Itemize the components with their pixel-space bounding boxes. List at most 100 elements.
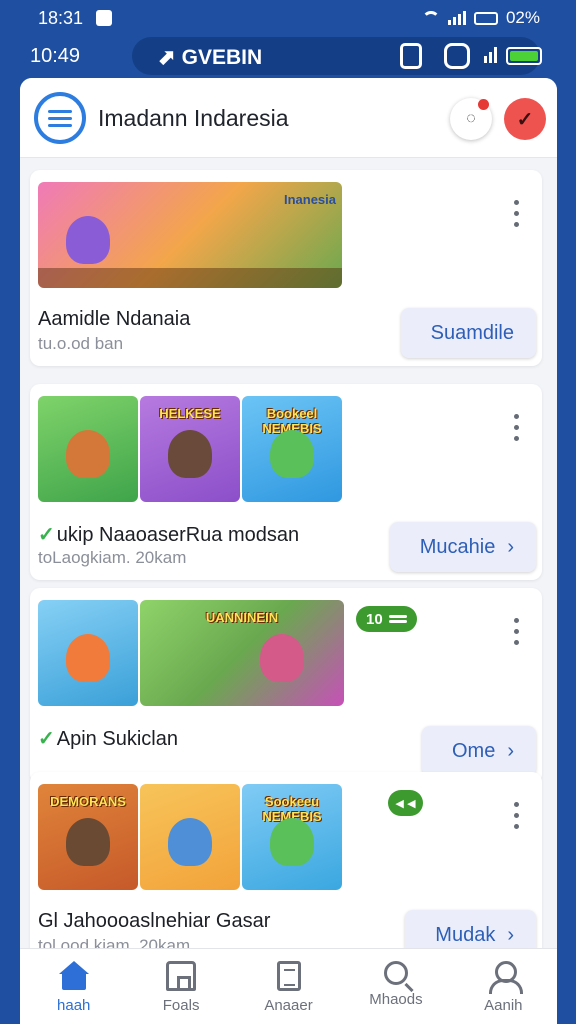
game-thumbnail[interactable]	[38, 396, 138, 502]
action-label: Suamdile	[430, 321, 514, 344]
action-label: Mucahie	[419, 535, 496, 558]
more-options-icon[interactable]	[506, 618, 526, 658]
thumbnail-row: HELKESE Bookeel NEMEBIS	[38, 396, 342, 502]
tab-search[interactable]: Mhaods	[342, 949, 449, 1024]
tab-label: Anaaer	[264, 997, 313, 1014]
game-thumbnail[interactable]	[38, 600, 138, 706]
mascot-image	[270, 818, 314, 866]
list-item[interactable]: Inanesia Aamidle Ndanaia tu.o.od ban Sua…	[30, 170, 542, 366]
thumbnail-label: DEMORANS	[50, 794, 126, 809]
tab-documents[interactable]: Anaaer	[235, 949, 342, 1024]
game-thumbnail[interactable]: HELKESE	[140, 396, 240, 502]
chevron-right-icon: ›	[507, 739, 514, 762]
search-icon	[383, 961, 408, 985]
home-icon	[58, 961, 89, 991]
settings-icon[interactable]	[444, 43, 470, 69]
mascot-image	[66, 634, 110, 682]
thumbnail-row: DEMORANS Sookeeu NEMEBIS	[38, 784, 342, 890]
notification-icon	[96, 10, 112, 26]
battery-percent: 02%	[505, 8, 540, 27]
mascot-image	[66, 818, 110, 866]
card-title: ✓ ukip NaaoaserRua modsan	[38, 524, 300, 546]
mascot-image	[270, 430, 314, 478]
check-icon: ✓	[516, 108, 534, 131]
status-bar: 18:31 02%	[0, 0, 576, 36]
thumbnail-ground	[38, 268, 342, 288]
game-thumbnail[interactable]: UANNINEIN	[140, 600, 344, 706]
signal-icon	[447, 11, 466, 25]
chevron-right-icon: ›	[507, 923, 514, 946]
brand-label: GVEBIN	[181, 46, 263, 69]
check-mark-icon: ✓	[38, 524, 55, 546]
game-thumbnail[interactable]: DEMORANS	[38, 784, 138, 890]
wifi-icon	[421, 11, 440, 25]
brand-pill[interactable]: ⬈ GVEBIN	[132, 37, 542, 75]
feed-icon	[166, 961, 197, 991]
mascot-image	[168, 430, 212, 478]
check-button[interactable]: ✓	[504, 98, 546, 140]
thumbnail-label: Inanesia	[283, 192, 336, 207]
battery-charging-icon	[506, 47, 542, 65]
app-window: Imadann Indaresia ◌ ✓ Inanesia Aamidle N…	[20, 78, 557, 1024]
notifications-button[interactable]: ◌	[450, 98, 492, 140]
card-subtitle: toLaogkiam. 20kam	[38, 548, 187, 567]
bottom-tab-bar: haah Foals Anaaer Mhaods Aanih	[20, 948, 557, 1024]
tab-label: Aanih	[484, 997, 523, 1014]
game-thumbnail[interactable]: Bookeel NEMEBIS	[242, 396, 342, 502]
more-options-icon[interactable]	[506, 200, 526, 240]
battery-icon	[473, 11, 498, 25]
brand-logo-icon: ⬈	[158, 46, 176, 69]
card-title: Gl Jahoooaslnehiar Gasar	[38, 910, 271, 932]
action-label: Mudak	[435, 923, 496, 946]
thumbnail-label: UANNINEIN	[205, 610, 279, 625]
mascot-image	[66, 430, 110, 478]
screenshot-icon[interactable]	[400, 43, 422, 69]
tab-label: haah	[57, 997, 91, 1014]
status-badge: 10	[356, 606, 417, 632]
status-badge: ◂ ◂	[388, 790, 424, 816]
card-subtitle: tu.o.od ban	[38, 334, 124, 353]
action-label: Ome	[451, 739, 496, 762]
tab-feed[interactable]: Foals	[127, 949, 234, 1024]
tab-label: Mhaods	[369, 991, 423, 1008]
signal-icon	[484, 47, 497, 63]
document-icon	[276, 961, 301, 991]
page-title: Imadann Indaresia	[98, 105, 289, 131]
list-icon	[388, 615, 407, 623]
mascot-image	[66, 216, 110, 264]
tab-home[interactable]: haah	[20, 949, 127, 1024]
tab-label: Foals	[162, 997, 200, 1014]
top-bar: 10:49 ⬈ GVEBIN	[0, 36, 576, 76]
card-action-button[interactable]: Suamdile	[400, 308, 536, 358]
bell-icon: ◌	[466, 110, 476, 127]
chevron-right-icon: ›	[507, 535, 514, 558]
list-item[interactable]: DEMORANS Sookeeu NEMEBIS ◂ ◂ Gl Jahoooas…	[30, 772, 542, 968]
card-action-button[interactable]: Mucahie ›	[389, 522, 536, 572]
list-item[interactable]: UANNINEIN 10 ✓ Apin Sukiclan Ome ›	[30, 588, 542, 784]
badge-icon: ◂ ◂	[396, 795, 416, 812]
thumbnail-row: UANNINEIN	[38, 600, 344, 706]
user-icon	[488, 961, 524, 994]
more-options-icon[interactable]	[506, 414, 526, 454]
thumbnail-row: Inanesia	[38, 182, 342, 288]
check-mark-icon: ✓	[38, 728, 55, 750]
more-options-icon[interactable]	[506, 802, 526, 842]
game-thumbnail[interactable]	[140, 784, 240, 890]
app-header: Imadann Indaresia ◌ ✓	[20, 78, 557, 158]
card-title: Aamidle Ndanaia	[38, 308, 191, 330]
mascot-image	[260, 634, 304, 682]
status-time: 18:31	[38, 8, 84, 28]
menu-button[interactable]	[34, 92, 86, 144]
game-thumbnail[interactable]: Inanesia	[38, 182, 342, 288]
card-action-button[interactable]: Ome ›	[421, 726, 536, 776]
topbar-time: 10:49	[30, 45, 81, 67]
game-thumbnail[interactable]: Sookeeu NEMEBIS	[242, 784, 342, 890]
thumbnail-label: HELKESE	[159, 406, 221, 421]
brand: ⬈ GVEBIN	[158, 45, 262, 70]
mascot-image	[168, 818, 212, 866]
status-right: 02%	[421, 8, 540, 28]
list-item[interactable]: HELKESE Bookeel NEMEBIS ✓ ukip NaaoaserRu…	[30, 384, 542, 580]
tab-account[interactable]: Aanih	[450, 949, 557, 1024]
card-title: ✓ Apin Sukiclan	[38, 728, 178, 750]
notification-dot	[478, 99, 489, 110]
